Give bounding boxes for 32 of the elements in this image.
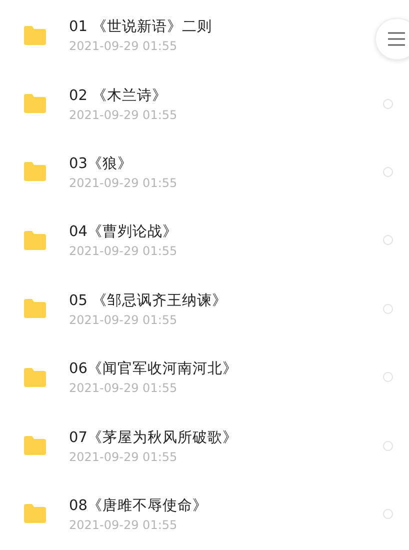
select-circle[interactable] [383, 166, 393, 177]
select-circle[interactable] [383, 440, 393, 451]
folder-icon [23, 504, 46, 524]
folder-name[interactable]: 05 《邹忌讽齐王纳谏》 [69, 290, 383, 310]
select-circle[interactable] [383, 98, 393, 109]
folder-name[interactable]: 08《唐雎不辱使命》 [69, 496, 383, 515]
folder-icon [23, 26, 46, 45]
modified-date: 2021-09-29 01:55 [69, 176, 178, 190]
folder-icon [23, 230, 46, 250]
menu-button[interactable] [375, 18, 409, 60]
select-circle[interactable] [383, 508, 393, 519]
select-circle[interactable] [383, 372, 393, 382]
folder-icon [23, 94, 46, 114]
folder-icon [23, 368, 46, 387]
folder-icon [23, 436, 46, 456]
menu-icon [388, 32, 405, 46]
modified-date: 2021-09-29 01:55 [69, 518, 178, 532]
folder-icon [23, 299, 46, 318]
modified-date: 2021-09-29 01:55 [69, 244, 178, 258]
folder-name[interactable]: 02 《木兰诗》 [69, 86, 383, 105]
modified-date: 2021-09-29 01:55 [69, 108, 178, 122]
select-circle[interactable] [383, 304, 393, 314]
folder-icon [23, 162, 46, 182]
folder-name[interactable]: 07《茅屋为秋风所破歌》 [69, 428, 383, 447]
select-circle[interactable] [383, 235, 393, 246]
folder-name[interactable]: 04《曹刿论战》 [69, 222, 383, 242]
modified-date: 2021-09-29 01:55 [69, 450, 178, 464]
modified-date: 2021-09-29 01:55 [69, 381, 178, 396]
folder-name[interactable]: 03《狼》 [69, 154, 383, 173]
modified-date: 2021-09-29 01:55 [69, 312, 178, 327]
modified-date: 2021-09-29 01:55 [69, 39, 178, 54]
folder-name[interactable]: 06《闻官军收河南河北》 [69, 359, 383, 378]
